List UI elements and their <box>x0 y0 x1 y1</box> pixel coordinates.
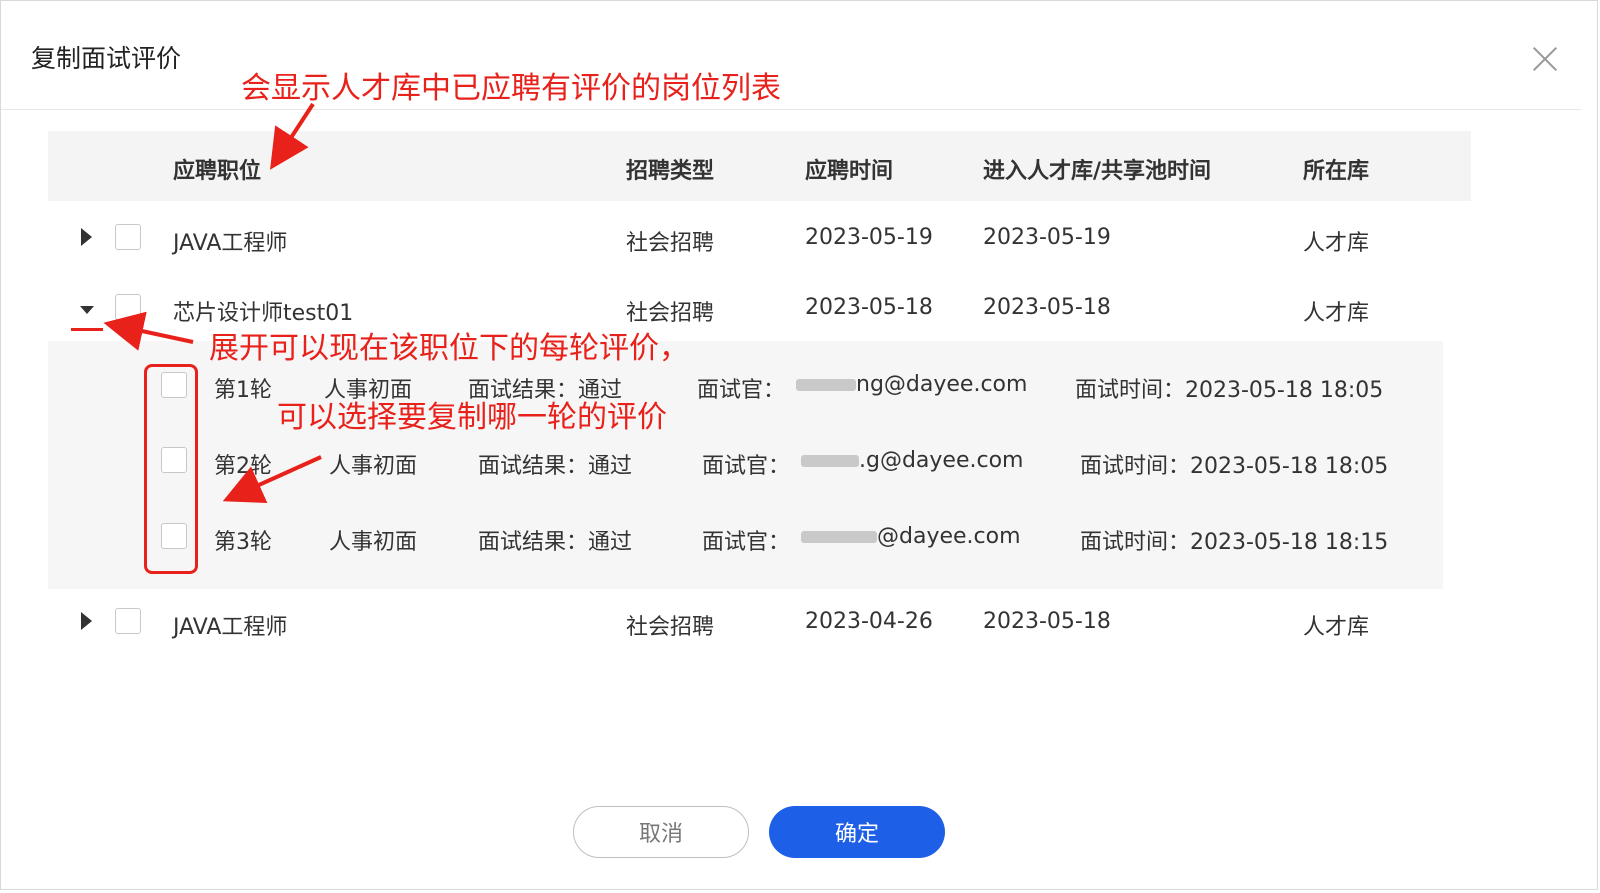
annotation-arrow-expand <box>103 311 194 351</box>
annotation-arrow-select <box>222 455 322 504</box>
copy-evaluation-dialog: 复制面试评价 应聘职位 招聘类型 应聘时间 进入人才库/共享池时间 所在库 JA… <box>0 0 1598 890</box>
annotation-arrows <box>103 102 322 504</box>
annotation-arrow-list <box>270 102 315 170</box>
